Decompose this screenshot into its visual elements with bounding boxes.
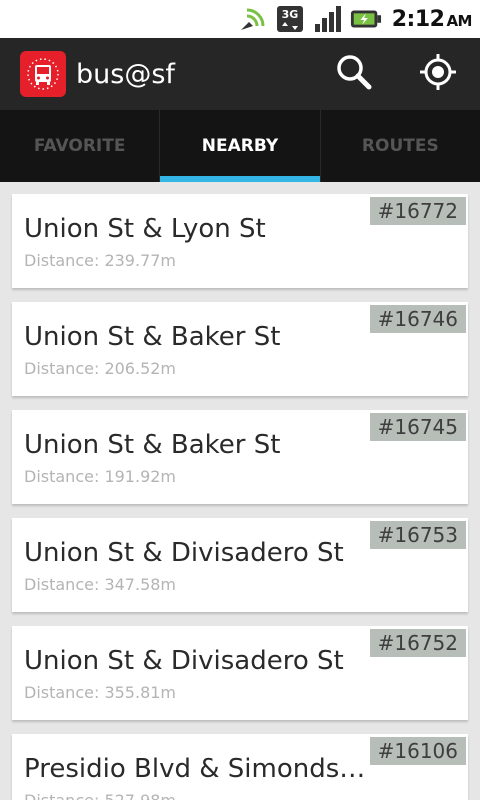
- stop-list-item[interactable]: #16745 Union St & Baker St Distance: 191…: [12, 410, 468, 504]
- stop-id-badge: #16106: [369, 737, 466, 765]
- tab-nearby[interactable]: NEARBY: [159, 110, 320, 182]
- stop-distance: Distance: 191.92m: [24, 467, 177, 486]
- app-title: bus@sf: [76, 58, 175, 90]
- tab-favorite[interactable]: FAVORITE: [0, 110, 159, 182]
- stop-distance: Distance: 206.52m: [24, 359, 177, 378]
- stop-distance: Distance: 527.98m: [24, 791, 176, 800]
- stop-id-badge: #16752: [369, 629, 466, 657]
- stop-list-item[interactable]: #16752 Union St & Divisadero St Distance…: [12, 626, 468, 720]
- signal-icon: [312, 4, 344, 34]
- battery-charging-icon: [350, 4, 382, 34]
- stop-name: Union St & Lyon St: [24, 214, 266, 244]
- stop-distance: Distance: 355.81m: [24, 683, 177, 702]
- stop-name: Union St & Baker St: [24, 322, 281, 352]
- locate-icon: [418, 52, 458, 96]
- nearby-stops-list[interactable]: #16772 Union St & Lyon St Distance: 239.…: [0, 182, 480, 800]
- stop-id-badge: #16745: [369, 413, 466, 441]
- stop-distance: Distance: 239.77m: [24, 251, 177, 270]
- status-clock: 2:12 AM: [391, 6, 473, 32]
- stop-name: Union St & Baker St: [24, 430, 281, 460]
- sync-icon: [236, 4, 268, 34]
- status-bar: 3G 2:12 AM: [0, 0, 480, 38]
- stop-id-badge: #16746: [369, 305, 466, 333]
- bus-icon[interactable]: [20, 51, 66, 97]
- stop-list-item[interactable]: #16753 Union St & Divisadero St Distance…: [12, 518, 468, 612]
- stop-list-item[interactable]: #16772 Union St & Lyon St Distance: 239.…: [12, 194, 468, 288]
- tab-bar: FAVORITE NEARBY ROUTES: [0, 110, 480, 182]
- stop-id-badge: #16753: [369, 521, 466, 549]
- stop-list-item[interactable]: #16746 Union St & Baker St Distance: 206…: [12, 302, 468, 396]
- stop-name: Union St & Divisadero St: [24, 646, 344, 676]
- stop-distance: Distance: 347.58m: [24, 575, 177, 594]
- network-type-label: 3G: [281, 8, 298, 21]
- search-icon: [334, 52, 374, 96]
- stop-id-badge: #16772: [369, 197, 466, 225]
- action-bar: bus@sf: [0, 38, 480, 110]
- stop-list-item[interactable]: #16106 Presidio Blvd & Simonds L... Dist…: [12, 734, 468, 800]
- network-3g-icon: 3G: [274, 4, 306, 34]
- tab-routes[interactable]: ROUTES: [319, 110, 480, 182]
- locate-button[interactable]: [396, 38, 480, 110]
- stop-name: Presidio Blvd & Simonds L...: [24, 754, 369, 784]
- search-button[interactable]: [312, 38, 396, 110]
- stop-name: Union St & Divisadero St: [24, 538, 344, 568]
